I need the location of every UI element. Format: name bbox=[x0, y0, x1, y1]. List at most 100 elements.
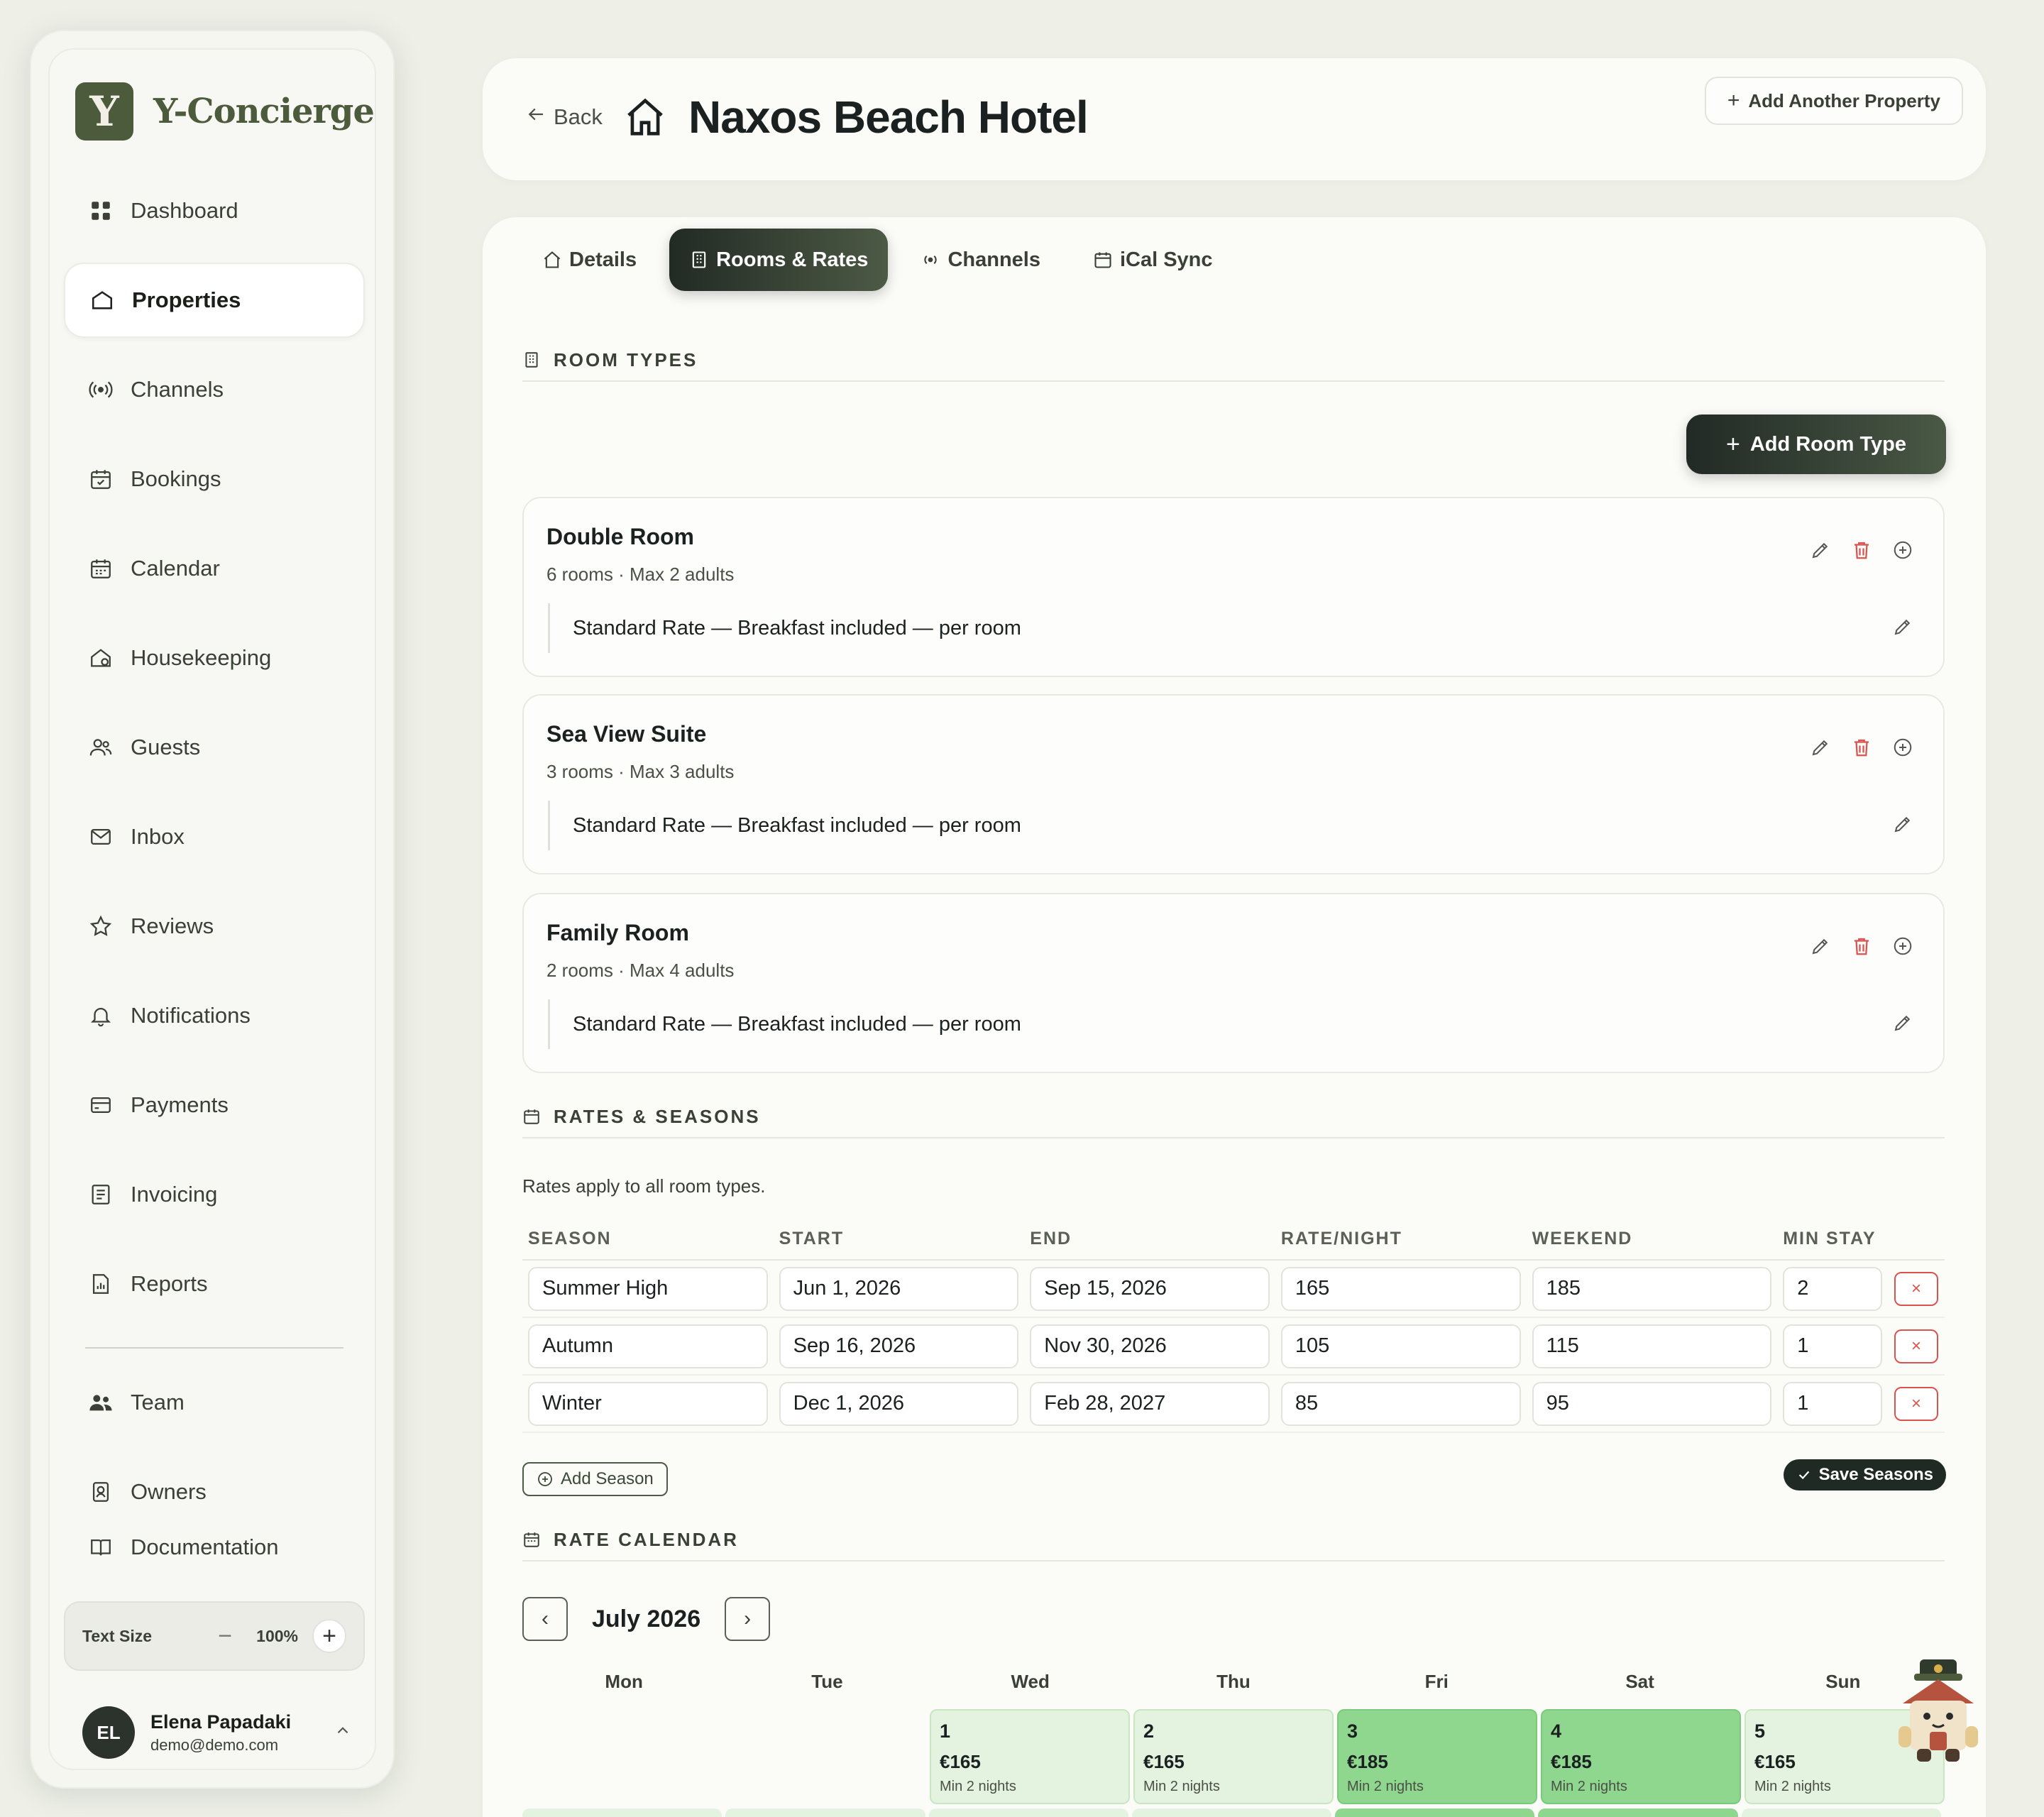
rate-night-input[interactable]: 85 bbox=[1280, 1381, 1521, 1426]
room-name: Family Room bbox=[546, 920, 689, 945]
tab-channels[interactable]: Channels bbox=[901, 229, 1060, 291]
weekend-rate-input[interactable]: 95 bbox=[1532, 1381, 1772, 1426]
sidebar-item-reports[interactable]: Reports bbox=[64, 1246, 365, 1322]
next-month-button[interactable]: › bbox=[725, 1597, 771, 1641]
building-icon bbox=[89, 287, 115, 313]
house-clean-icon bbox=[88, 645, 114, 671]
text-size-increase-button[interactable]: + bbox=[312, 1619, 346, 1653]
day-number: 3 bbox=[1347, 1720, 1358, 1742]
delete-room-icon[interactable] bbox=[1851, 539, 1872, 561]
brand[interactable]: Y Y-Concierge bbox=[75, 82, 375, 141]
sidebar-item-inbox[interactable]: Inbox bbox=[64, 799, 365, 874]
rate-night-input[interactable]: 165 bbox=[1280, 1266, 1521, 1311]
add-rate-icon[interactable] bbox=[1892, 935, 1913, 957]
plus-circle-icon bbox=[538, 1472, 552, 1486]
season-start-input[interactable]: Sep 16, 2026 bbox=[779, 1324, 1019, 1368]
bell-icon bbox=[88, 1003, 114, 1028]
sidebar-panel: Y Y-Concierge Dashboard Properties Chann… bbox=[48, 48, 376, 1770]
add-rate-icon[interactable] bbox=[1892, 539, 1913, 561]
room-name: Sea View Suite bbox=[546, 721, 707, 747]
season-end-input[interactable]: Nov 30, 2026 bbox=[1030, 1324, 1270, 1368]
save-seasons-label: Save Seasons bbox=[1818, 1465, 1933, 1484]
season-start-input[interactable]: Dec 1, 2026 bbox=[779, 1381, 1019, 1426]
edit-rate-icon[interactable] bbox=[1892, 813, 1913, 835]
weekend-rate-input[interactable]: 115 bbox=[1532, 1324, 1772, 1368]
min-stay-input[interactable]: 2 bbox=[1783, 1266, 1883, 1311]
sidebar-item-guests[interactable]: Guests bbox=[64, 710, 365, 785]
plus-icon: + bbox=[1727, 89, 1740, 112]
sidebar-item-notifications[interactable]: Notifications bbox=[64, 978, 365, 1053]
column-header: SEASON bbox=[528, 1228, 612, 1248]
sidebar-item-invoicing[interactable]: Invoicing bbox=[64, 1157, 365, 1232]
season-start-input[interactable]: Jun 1, 2026 bbox=[779, 1266, 1019, 1311]
add-rate-icon[interactable] bbox=[1892, 737, 1913, 758]
add-property-button[interactable]: + Add Another Property bbox=[1704, 77, 1963, 125]
season-end-input[interactable]: Sep 15, 2026 bbox=[1030, 1266, 1270, 1311]
day-price: €165 bbox=[1143, 1751, 1185, 1772]
calendar-cell-empty bbox=[726, 1709, 926, 1804]
sidebar-item-calendar[interactable]: Calendar bbox=[64, 531, 365, 606]
calendar-day[interactable]: 4 €185 Min 2 nights bbox=[1541, 1709, 1741, 1804]
sidebar-item-reviews[interactable]: Reviews bbox=[64, 889, 365, 964]
calendar-day[interactable]: 1 €165 Min 2 nights bbox=[930, 1709, 1130, 1804]
day-price: €165 bbox=[940, 1751, 981, 1772]
tab-rooms-rates[interactable]: Rooms & Rates bbox=[669, 229, 889, 291]
sidebar-item-channels[interactable]: Channels bbox=[64, 352, 365, 427]
day-min-stay: Min 2 nights bbox=[1754, 1779, 1831, 1794]
delete-room-icon[interactable] bbox=[1851, 935, 1872, 957]
calendar-day-partial bbox=[725, 1808, 925, 1817]
back-button[interactable]: Back bbox=[525, 104, 603, 131]
rate-night-input[interactable]: 105 bbox=[1280, 1324, 1521, 1368]
edit-room-icon[interactable] bbox=[1810, 737, 1831, 758]
delete-room-icon[interactable] bbox=[1851, 737, 1872, 758]
rates-note: Rates apply to all room types. bbox=[522, 1175, 766, 1197]
season-name-input[interactable]: Summer High bbox=[528, 1266, 768, 1311]
text-size-decrease-button[interactable]: − bbox=[208, 1619, 242, 1653]
report-icon bbox=[88, 1271, 114, 1297]
delete-season-button[interactable]: × bbox=[1894, 1386, 1939, 1421]
sidebar-item-payments[interactable]: Payments bbox=[64, 1067, 365, 1143]
sidebar-item-bookings[interactable]: Bookings bbox=[64, 441, 365, 517]
edit-rate-icon[interactable] bbox=[1892, 616, 1913, 637]
season-end-input[interactable]: Feb 28, 2027 bbox=[1030, 1381, 1270, 1426]
min-stay-input[interactable]: 1 bbox=[1783, 1324, 1883, 1368]
sidebar-item-dashboard[interactable]: Dashboard bbox=[64, 173, 365, 248]
column-header: RATE/NIGHT bbox=[1280, 1228, 1402, 1248]
chevron-up-icon[interactable] bbox=[334, 1721, 352, 1745]
tab-ical-sync[interactable]: iCal Sync bbox=[1073, 229, 1233, 291]
sidebar-item-label: Housekeeping bbox=[131, 645, 272, 670]
add-room-type-button[interactable]: + Add Room Type bbox=[1686, 415, 1946, 474]
sidebar-item-properties[interactable]: Properties bbox=[64, 263, 365, 338]
calendar-day[interactable]: 2 €165 Min 2 nights bbox=[1133, 1709, 1334, 1804]
season-name-input[interactable]: Winter bbox=[528, 1381, 768, 1426]
weekday-label: Sat bbox=[1625, 1671, 1654, 1692]
users-icon bbox=[88, 735, 114, 760]
sidebar-item-housekeeping[interactable]: Housekeeping bbox=[64, 620, 365, 696]
avatar: EL bbox=[82, 1706, 135, 1759]
edit-room-icon[interactable] bbox=[1810, 539, 1831, 561]
column-header: MIN STAY bbox=[1783, 1228, 1877, 1248]
edit-rate-icon[interactable] bbox=[1892, 1012, 1913, 1033]
min-stay-input[interactable]: 1 bbox=[1783, 1381, 1883, 1426]
delete-season-button[interactable]: × bbox=[1894, 1329, 1939, 1363]
save-seasons-button[interactable]: Save Seasons bbox=[1783, 1459, 1946, 1491]
calendar-day-partial bbox=[928, 1808, 1128, 1817]
calendar-day[interactable]: 3 €185 Min 2 nights bbox=[1337, 1709, 1537, 1804]
edit-room-icon[interactable] bbox=[1810, 935, 1831, 957]
sidebar-item-team[interactable]: Team bbox=[64, 1365, 365, 1440]
tab-label: Rooms & Rates bbox=[716, 248, 869, 271]
concierge-mascot-icon[interactable] bbox=[1894, 1658, 1983, 1764]
delete-season-button[interactable]: × bbox=[1894, 1271, 1939, 1306]
sidebar-item-documentation[interactable]: Documentation bbox=[64, 1525, 365, 1567]
user-menu[interactable]: EL Elena Papadaki demo@demo.com bbox=[82, 1701, 352, 1764]
weekend-rate-input[interactable]: 185 bbox=[1532, 1266, 1772, 1311]
room-types-heading: ROOM TYPES bbox=[522, 339, 1945, 382]
weekday-label: Thu bbox=[1216, 1671, 1251, 1692]
add-season-button[interactable]: Add Season bbox=[522, 1462, 668, 1496]
sidebar-item-owners[interactable]: Owners bbox=[64, 1454, 365, 1530]
sidebar-item-label: Owners bbox=[131, 1479, 207, 1504]
prev-month-button[interactable]: ‹ bbox=[522, 1597, 568, 1641]
tab-details[interactable]: Details bbox=[522, 229, 656, 291]
season-name-input[interactable]: Autumn bbox=[528, 1324, 768, 1368]
section-title: ROOM TYPES bbox=[554, 348, 698, 370]
